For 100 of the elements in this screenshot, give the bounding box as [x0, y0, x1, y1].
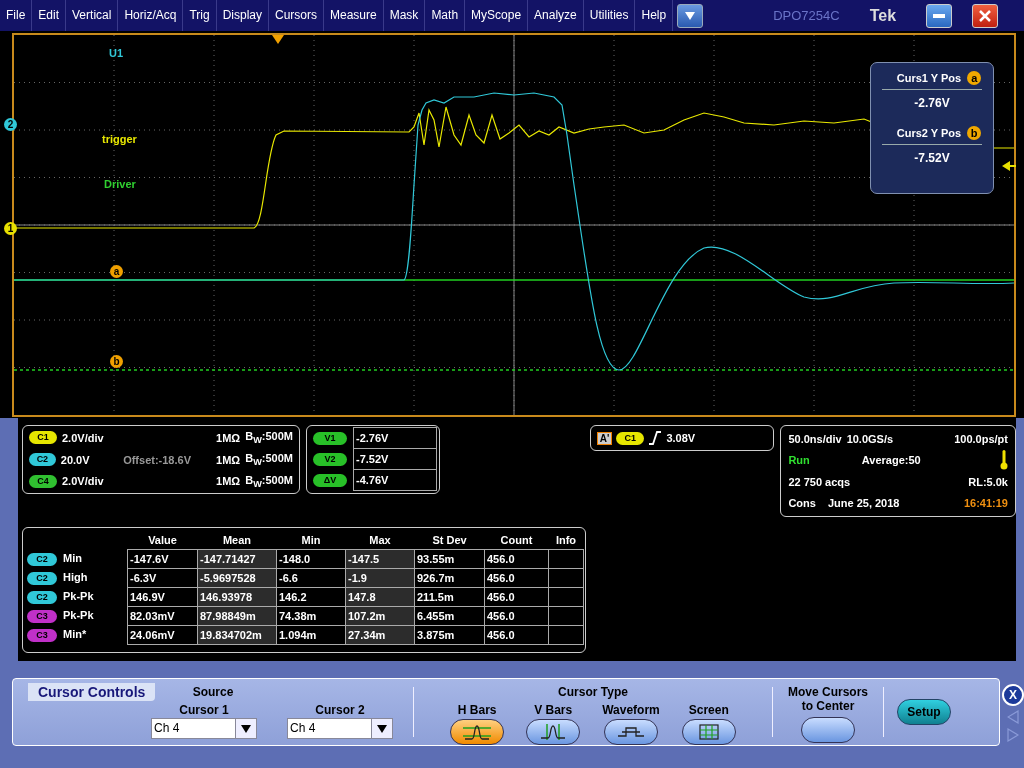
table-cell: -148.0	[276, 549, 346, 569]
column-header: Count	[484, 530, 549, 550]
menu-dropdown-button[interactable]	[677, 3, 704, 28]
channel-bandwidth: B$_{W}$:500M	[245, 473, 293, 489]
channel-impedance: 1MΩ	[216, 431, 241, 444]
cursor-marker[interactable]: a	[110, 265, 123, 278]
table-cell: 82.03mV	[127, 606, 198, 626]
table-cell: -6.3V	[127, 568, 198, 588]
vertical-bars-icon	[539, 724, 568, 740]
table-cell: 3.875m	[414, 625, 485, 645]
rising-edge-icon	[648, 431, 663, 445]
channel-badge[interactable]: C3	[27, 610, 57, 623]
acquisition-source: Cons	[788, 497, 816, 509]
close-button[interactable]	[972, 3, 999, 28]
horizontal-bars-icon	[463, 724, 492, 740]
trigger-position-icon	[272, 35, 284, 44]
caret-icon	[685, 11, 696, 20]
table-cell: 1.094m	[276, 625, 346, 645]
channel-marker[interactable]: 1	[4, 222, 17, 235]
table-cell: 146.2	[276, 587, 346, 607]
dropdown-field[interactable]: Ch 4	[151, 718, 257, 739]
cursor-value-badge[interactable]: V2	[313, 453, 347, 466]
step-waveform-icon	[617, 724, 645, 740]
trigger-source[interactable]: A'	[596, 431, 613, 445]
table-cell: 74.38m	[276, 606, 346, 626]
channel-scale: 2.0V/div	[62, 475, 105, 488]
trigger-threshold: 3.08V	[666, 432, 696, 444]
time-scale: 50.0ns/div	[788, 433, 842, 445]
option-label: Waveform	[602, 703, 660, 717]
arrow-left-icon	[1007, 710, 1019, 724]
minimize-button[interactable]	[926, 3, 953, 28]
move-cursors-button[interactable]	[801, 717, 855, 743]
cursor-type-button[interactable]	[526, 719, 581, 745]
table-cell: 211.5m	[414, 587, 485, 607]
table-cell	[548, 568, 584, 588]
caret-icon	[241, 724, 251, 733]
column-header: St Dev	[414, 530, 485, 550]
table-cell: -147.71427	[197, 549, 277, 569]
channel-bandwidth: B$_{W}$:500M	[245, 451, 293, 468]
channel-impedance: 1MΩ	[216, 475, 241, 488]
option-label: H Bars	[457, 703, 497, 717]
cursor-badge: a	[967, 71, 982, 85]
acquisition-mode: Average:50	[861, 454, 921, 467]
channel-marker[interactable]: 2	[4, 118, 17, 131]
channel-bandwidth: B$_{W}$:500M	[245, 430, 293, 446]
cursor-type-button[interactable]	[450, 719, 505, 745]
channel-badge[interactable]: C2	[27, 553, 57, 566]
cursor-value-badge[interactable]: ΔV	[313, 474, 347, 487]
grid-icon	[698, 724, 719, 740]
column-header: Mean	[197, 530, 277, 550]
channel-badge[interactable]: C4	[29, 474, 57, 488]
cursor-badge: b	[967, 126, 982, 140]
cursor-value: -2.76V	[353, 427, 437, 449]
cursor-line[interactable]	[14, 369, 1014, 371]
channel-badge[interactable]: C1	[29, 431, 57, 445]
table-cell	[548, 625, 584, 645]
trigger-level-icon	[1002, 161, 1016, 171]
table-cell: 24.06mV	[127, 625, 198, 645]
thermometer-icon	[1000, 450, 1008, 471]
minimize-icon	[933, 13, 946, 18]
channel-badge[interactable]: C2	[27, 572, 57, 585]
cursor-type-button[interactable]	[604, 719, 658, 745]
table-cell: 93.55m	[414, 549, 485, 569]
channel-badge[interactable]: C2	[27, 591, 57, 604]
measurement-name: Pk-Pk	[63, 609, 94, 621]
channel-offset: Offset:-18.6V	[123, 453, 192, 466]
table-cell: -147.5	[345, 549, 415, 569]
cursor-value-badge[interactable]: V1	[313, 432, 347, 445]
table-cell: 926.7m	[414, 568, 485, 588]
close-icon	[979, 9, 992, 22]
dropdown-field[interactable]: Ch 4	[287, 718, 393, 739]
measurement-name: Pk-Pk	[63, 590, 94, 602]
panel-title: Cursor Controls	[28, 683, 156, 701]
table-cell: 456.0	[484, 568, 549, 588]
table-cell: 146.9V	[127, 587, 198, 607]
column-header: Info	[548, 530, 584, 550]
acquisition-state: Run	[788, 454, 810, 467]
cursor-type-button[interactable]	[681, 719, 736, 745]
column-header: Value	[127, 530, 198, 550]
channel-scale: 20.0V	[60, 453, 91, 466]
time-resolution: 100.0ps/pt	[954, 433, 1008, 445]
channel-badge[interactable]: C3	[27, 629, 57, 642]
acquisition-count: 22 750 acqs	[788, 475, 851, 488]
table-cell	[548, 587, 584, 607]
channel-badge[interactable]: C2	[29, 453, 56, 466]
option-label: V Bars	[534, 703, 573, 717]
table-cell	[548, 549, 584, 569]
date: June 25, 2018	[827, 497, 900, 509]
channel-badge[interactable]: C1	[616, 431, 645, 445]
setup-button[interactable]: Setup	[897, 699, 951, 725]
time: 16:41:19	[963, 497, 1008, 509]
readout-value: -7.52V	[914, 151, 950, 165]
cursor-value: -4.76V	[353, 469, 437, 491]
table-cell: -147.6V	[127, 549, 198, 569]
channel-scale: 2.0V/div	[62, 431, 105, 444]
cursor-marker[interactable]: b	[110, 355, 123, 368]
readout-label: Curs1 Y Pos	[896, 72, 962, 84]
option-label: Screen	[688, 703, 729, 717]
readout-label: Curs2 Y Pos	[896, 127, 962, 139]
close-button[interactable]: X	[1002, 684, 1024, 706]
